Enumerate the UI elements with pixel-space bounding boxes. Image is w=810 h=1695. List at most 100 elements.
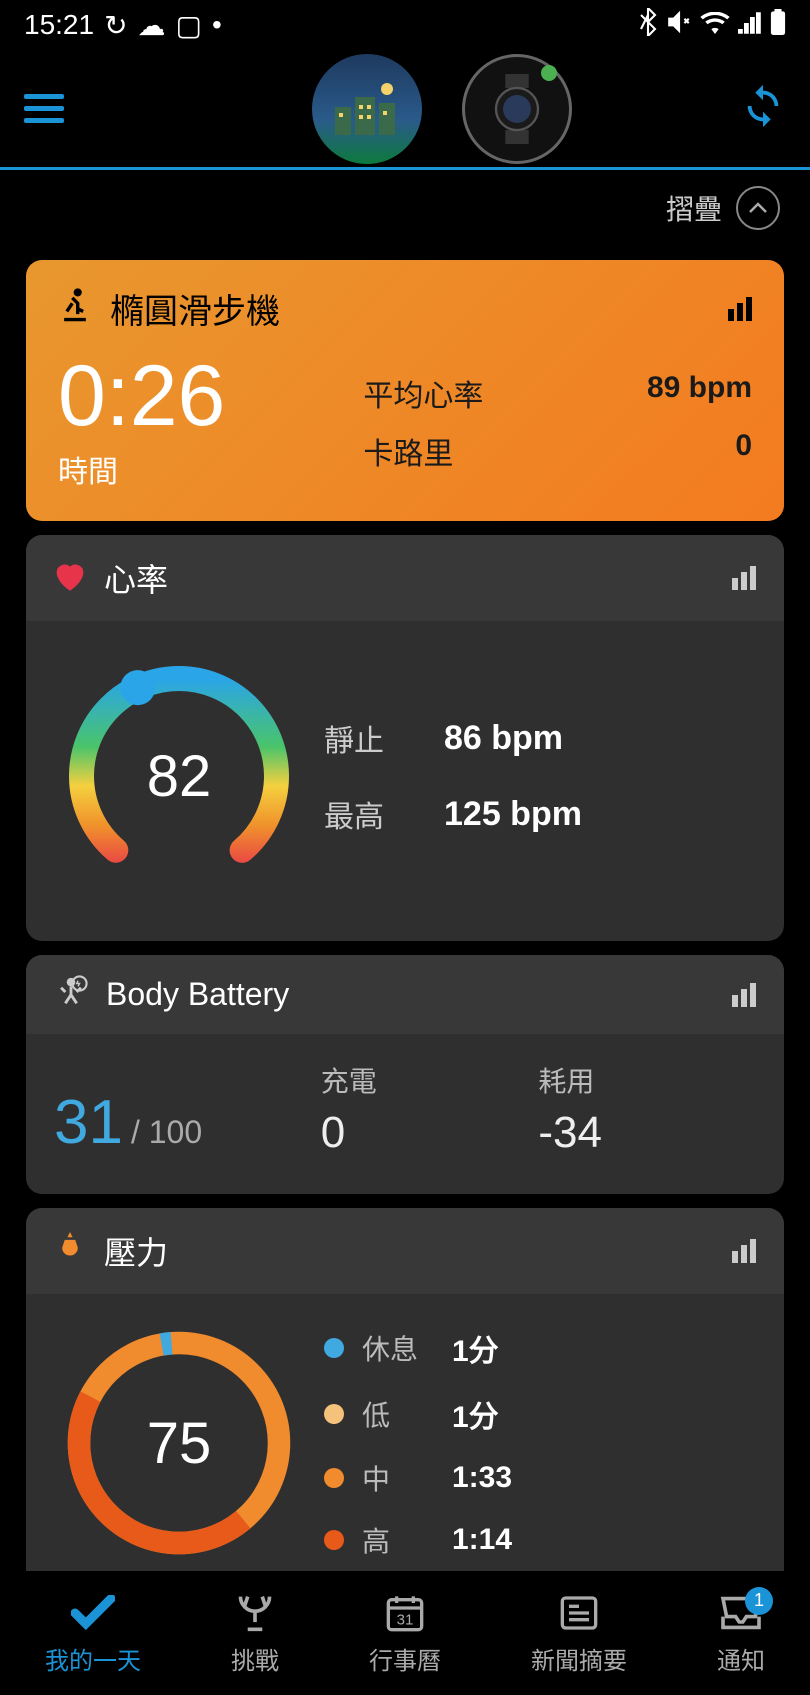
nav-news[interactable]: 新聞摘要 [531, 1591, 627, 1676]
wifi-icon [700, 9, 730, 41]
top-toolbar [0, 50, 810, 170]
stress-label: 低 [362, 1394, 452, 1434]
stress-dot [324, 1404, 344, 1424]
stress-title: 壓力 [104, 1228, 168, 1274]
stress-dot [324, 1338, 344, 1358]
stress-value: 1:33 [452, 1461, 512, 1495]
hr-gauge: 82 [54, 651, 304, 901]
stress-dot [324, 1468, 344, 1488]
bb-max: / 100 [131, 1114, 202, 1151]
dot-icon: • [212, 9, 222, 41]
chart-icon[interactable] [732, 983, 756, 1007]
status-time: 15:21 [24, 9, 94, 41]
hr-stats: 靜止 86 bpm 最高 125 bpm [324, 716, 756, 836]
nav-badge: 1 [745, 1587, 773, 1615]
hr-stat-label: 最高 [324, 792, 444, 836]
hr-title: 心率 [104, 555, 168, 601]
activity-body: 0:26 時間 平均心率 89 bpm 卡路里 0 [26, 343, 784, 521]
heart-icon [54, 561, 86, 596]
profile-badge[interactable] [312, 54, 422, 164]
status-bar: 15:21 ↻ ☁ ▢ • [0, 0, 810, 50]
stress-dot [324, 1530, 344, 1550]
nav-calendar[interactable]: 31 行事曆 [369, 1591, 441, 1676]
bluetooth-icon [638, 8, 658, 43]
stress-table: 休息 1分 低 1分 中 1:33 高 1:14 [324, 1326, 756, 1560]
svg-text:31: 31 [397, 1611, 414, 1628]
sync-button[interactable] [740, 83, 786, 134]
nav-label: 行事曆 [369, 1641, 441, 1676]
stress-card[interactable]: 壓力 75 休息 1分 低 1分 中 [26, 1208, 784, 1598]
hr-body: 82 靜止 86 bpm 最高 125 bpm [26, 621, 784, 941]
hr-stat-row: 靜止 86 bpm [324, 716, 756, 760]
activity-row: 卡路里 0 [363, 429, 752, 473]
image-icon: ▢ [176, 9, 202, 42]
bb-col: 充電 0 [321, 1060, 539, 1158]
volume-mute-icon [666, 9, 692, 42]
sync-icon: ↻ [104, 9, 127, 42]
stress-label: 中 [362, 1458, 452, 1498]
hr-stat-label: 靜止 [324, 716, 444, 760]
activity-title: 橢圓滑步機 [110, 284, 280, 333]
bb-col-label: 充電 [321, 1060, 539, 1100]
bb-col-label: 耗用 [538, 1060, 756, 1100]
activity-header: 橢圓滑步機 [26, 260, 784, 343]
stress-value: 1分 [452, 1326, 499, 1370]
nav-my-day[interactable]: 我的一天 [45, 1591, 141, 1676]
collapse-button[interactable] [736, 186, 780, 230]
chevron-up-icon [748, 202, 768, 214]
stress-row: 休息 1分 [324, 1326, 756, 1370]
nav-label: 挑戰 [231, 1641, 279, 1676]
nav-notifications[interactable]: 通知 1 [717, 1591, 765, 1676]
body-battery-card[interactable]: Body Battery 31 / 100 充電 0 耗用 -34 [26, 955, 784, 1194]
stress-header: 壓力 [26, 1208, 784, 1294]
nav-label: 我的一天 [45, 1641, 141, 1676]
stress-row: 高 1:14 [324, 1520, 756, 1560]
stress-value: 1:14 [452, 1523, 512, 1557]
hr-stat-value: 125 bpm [444, 795, 582, 834]
signal-icon [738, 9, 762, 41]
stress-label: 休息 [362, 1328, 452, 1368]
hr-current: 82 [54, 651, 304, 901]
bb-main: 31 / 100 [54, 1087, 321, 1158]
chart-icon[interactable] [732, 1239, 756, 1263]
stress-value: 1分 [452, 1392, 499, 1436]
collapse-row: 摺疊 [0, 170, 810, 246]
bb-col-value: -34 [538, 1108, 756, 1158]
status-right [638, 8, 786, 43]
body-battery-icon [54, 975, 88, 1014]
activity-card[interactable]: 橢圓滑步機 0:26 時間 平均心率 89 bpm 卡路里 0 [26, 260, 784, 521]
nav-label: 新聞摘要 [531, 1641, 627, 1676]
activity-time-value: 0:26 [58, 353, 363, 439]
activity-row-value: 0 [735, 429, 752, 473]
nav-challenges[interactable]: 挑戰 [231, 1591, 279, 1676]
hr-header: 心率 [26, 535, 784, 621]
stress-icon [54, 1232, 86, 1271]
hr-stat-row: 最高 125 bpm [324, 792, 756, 836]
stress-value: 75 [54, 1318, 304, 1568]
chart-icon[interactable] [732, 566, 756, 590]
bottom-nav: 我的一天 挑戰 31 行事曆 新聞摘要 通知 1 [0, 1571, 810, 1695]
check-icon [71, 1591, 115, 1635]
device-badge[interactable] [462, 54, 572, 164]
bb-value: 31 [54, 1087, 123, 1158]
bb-title: Body Battery [106, 976, 289, 1013]
calendar-icon: 31 [383, 1591, 427, 1635]
bb-body: 31 / 100 充電 0 耗用 -34 [26, 1034, 784, 1194]
nav-label: 通知 [717, 1641, 765, 1676]
heart-rate-card[interactable]: 心率 82 [26, 535, 784, 941]
trophy-icon [233, 1591, 277, 1635]
stress-donut: 75 [54, 1318, 304, 1568]
stress-row: 低 1分 [324, 1392, 756, 1436]
activity-time-label: 時間 [58, 447, 363, 491]
bb-col: 耗用 -34 [538, 1060, 756, 1158]
cloud-icon: ☁ [138, 9, 166, 42]
bb-header: Body Battery [26, 955, 784, 1034]
collapse-label: 摺疊 [666, 188, 722, 228]
menu-button[interactable] [24, 94, 64, 123]
activity-row-value: 89 bpm [647, 371, 752, 415]
bb-col-value: 0 [321, 1108, 539, 1158]
status-left: 15:21 ↻ ☁ ▢ • [24, 9, 222, 42]
hr-stat-value: 86 bpm [444, 719, 563, 758]
stress-row: 中 1:33 [324, 1458, 756, 1498]
chart-icon[interactable] [728, 297, 752, 321]
